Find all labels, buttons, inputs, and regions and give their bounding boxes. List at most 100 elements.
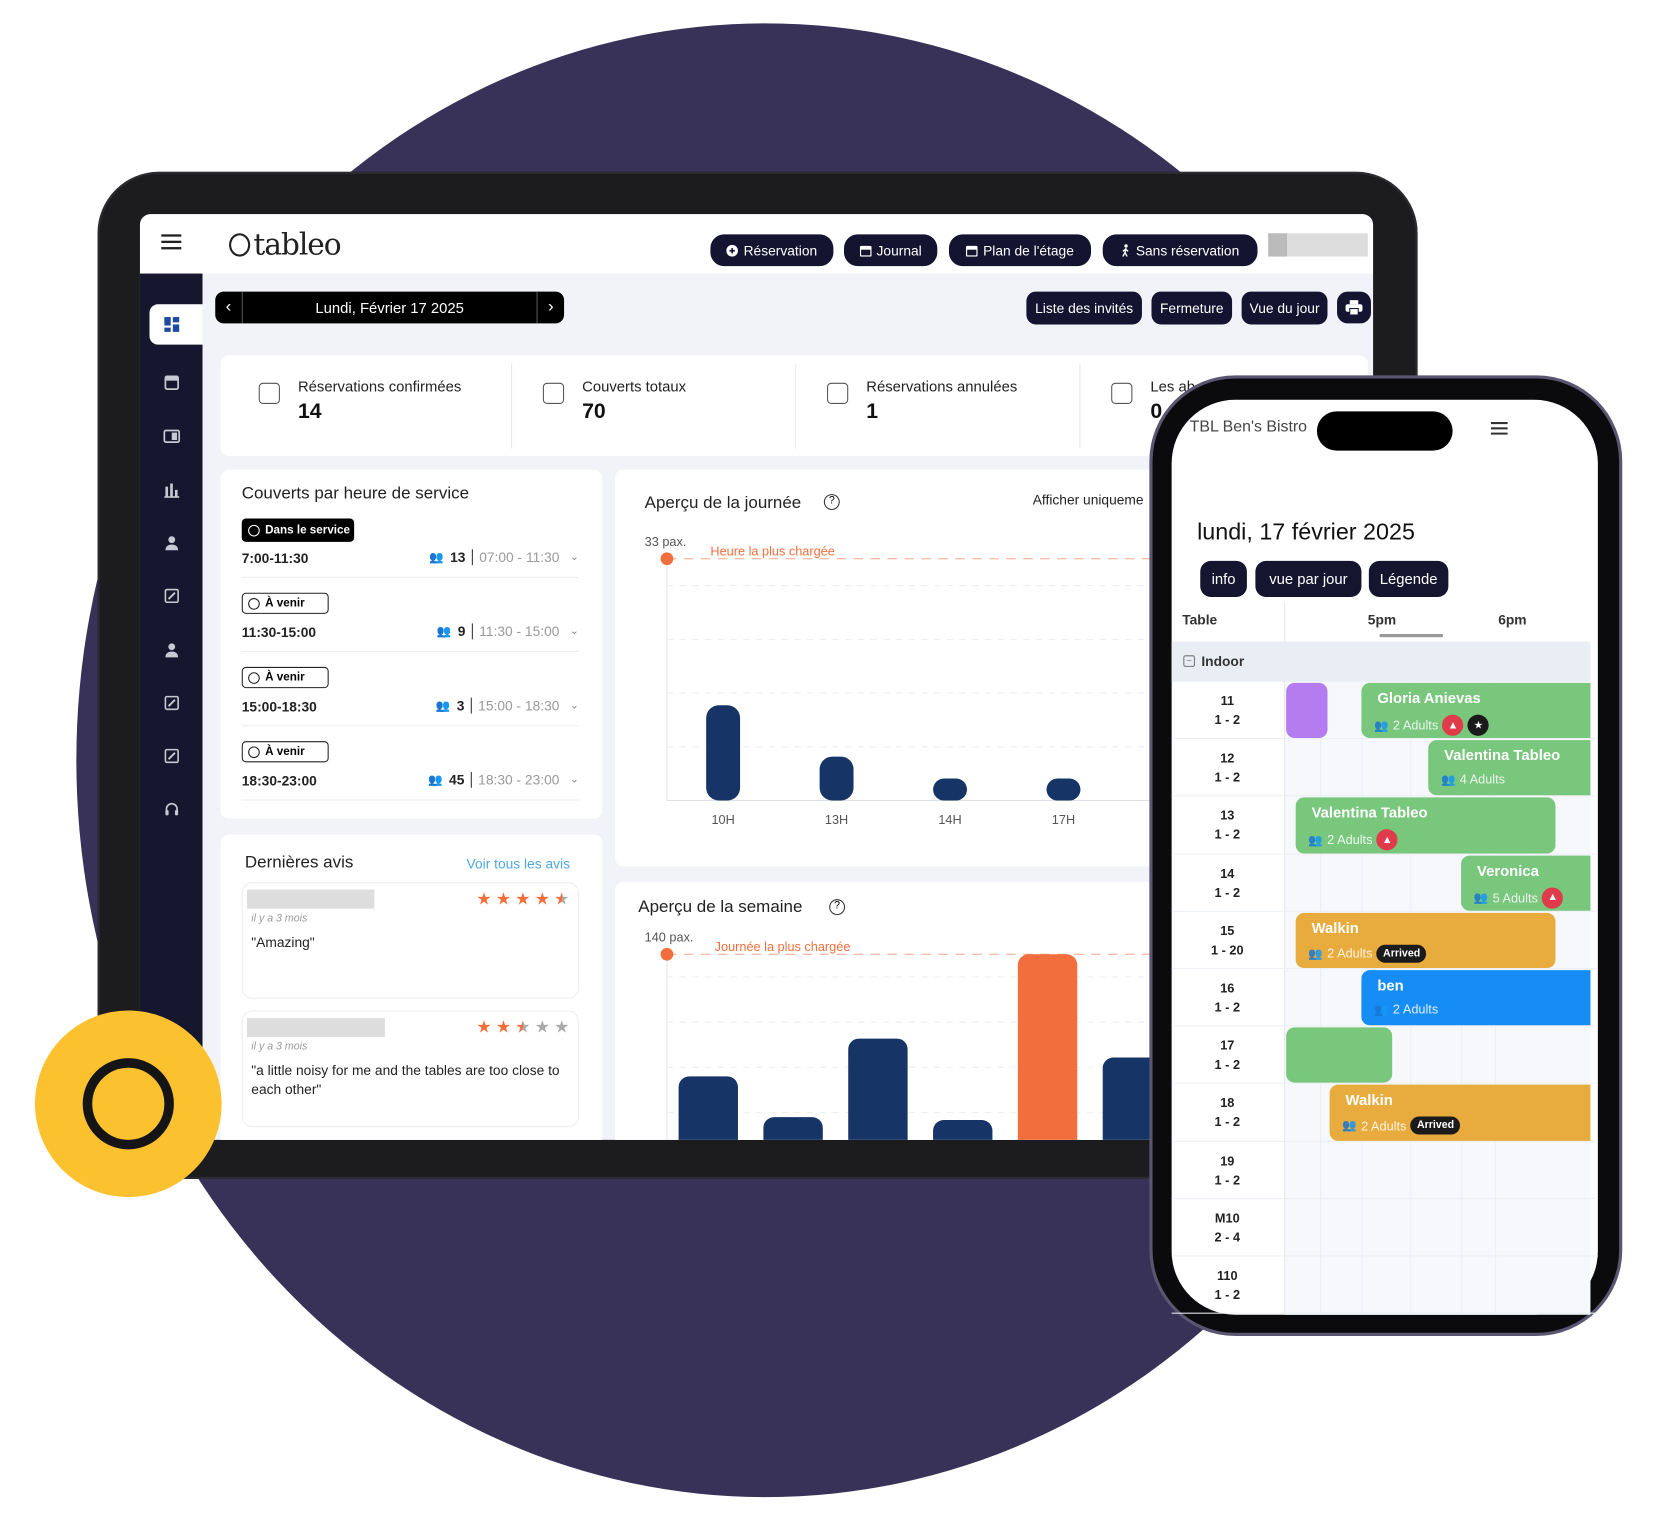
bar-2[interactable] <box>933 778 967 801</box>
table-label[interactable]: 14 1 - 2 <box>1193 864 1262 902</box>
sidebar-item-6[interactable] <box>140 634 203 666</box>
chevron-down-icon[interactable]: ⌄ <box>570 700 579 712</box>
stat-value: 14 <box>297 399 322 424</box>
sidebar-item-1[interactable] <box>140 366 203 398</box>
print-button[interactable] <box>1337 291 1371 324</box>
stat-value: 0 <box>1150 399 1163 424</box>
chevron-down-icon[interactable]: ⌄ <box>570 774 579 786</box>
chevron-down-icon[interactable]: ⌄ <box>570 551 579 563</box>
table-label[interactable]: 13 1 - 2 <box>1193 806 1262 844</box>
time-label: 6pm <box>1498 611 1527 628</box>
table-label[interactable]: 17 1 - 2 <box>1193 1036 1262 1074</box>
sidebar-item-9[interactable] <box>140 793 203 825</box>
bar-5[interactable] <box>1102 1057 1156 1140</box>
user-menu-blurred[interactable] <box>1268 233 1368 257</box>
sidebar-item-7[interactable] <box>140 687 203 719</box>
star-full-icon: ★ <box>534 890 550 909</box>
guests-icon: 👥 <box>1374 719 1389 733</box>
guests-icon: 👥 <box>1473 891 1489 905</box>
see-all-reviews-link[interactable]: Voir tous les avis <box>467 856 570 872</box>
action-button-1[interactable]: Fermeture <box>1151 291 1233 325</box>
table-label[interactable]: 110 1 - 2 <box>1193 1266 1262 1304</box>
bar-3[interactable] <box>1046 778 1081 801</box>
table-label[interactable]: 15 1 - 20 <box>1193 921 1262 959</box>
bar-0[interactable] <box>706 705 741 801</box>
sidebar-item-0[interactable] <box>149 304 203 345</box>
phone-menu-icon[interactable] <box>1490 421 1508 440</box>
collapse-icon[interactable]: − <box>1183 655 1195 667</box>
service-row-summary[interactable]: 👥 3 15:00 - 18:30 ⌄ <box>436 697 579 714</box>
calendar-icon <box>966 244 978 257</box>
hamburger-icon[interactable] <box>161 233 182 255</box>
table-label[interactable]: 18 1 - 2 <box>1193 1094 1262 1132</box>
section-indoor[interactable]: − Indoor <box>1171 641 1591 682</box>
bar-1[interactable] <box>819 756 854 801</box>
service-row-summary[interactable]: 👥 9 11:30 - 15:00 ⌄ <box>437 623 579 640</box>
bar-2[interactable] <box>848 1038 908 1140</box>
services-card: Couverts par heure de service Dans le se… <box>220 469 603 819</box>
service-status-badge: À venir <box>241 741 329 763</box>
booking-block[interactable]: ben 👥 2 Adults <box>1361 970 1591 1026</box>
action-button-0[interactable]: Liste des invités <box>1026 291 1142 325</box>
guests-icon: 👥 <box>1342 1120 1357 1133</box>
service-row-summary[interactable]: 👥 45 18:30 - 23:00 ⌄ <box>428 771 579 788</box>
action-button-2[interactable]: Vue du jour <box>1241 291 1328 325</box>
service-range: 07:00 - 11:30 <box>471 549 559 566</box>
booking-block[interactable]: Valentina Tableo 👥 4 Adults <box>1428 740 1591 796</box>
table-label[interactable]: 11 1 - 2 <box>1193 691 1262 729</box>
booking-details: 👥 2 Adults <box>1374 1002 1438 1017</box>
table-label[interactable]: M10 2 - 4 <box>1193 1209 1262 1247</box>
sidebar-item-5[interactable] <box>140 580 203 612</box>
booking-guests: 2 Adults <box>1361 1118 1407 1134</box>
help-icon[interactable]: ? <box>823 494 840 511</box>
sidebar-item-4[interactable] <box>140 527 203 559</box>
stat-label: Couverts totaux <box>582 377 687 395</box>
stat-divider <box>1079 363 1081 449</box>
review-item[interactable]: il y a 3 mois "a little noisy for me and … <box>241 1010 579 1128</box>
phone-button-1[interactable]: vue par jour <box>1255 560 1362 597</box>
table-label[interactable]: 19 1 - 2 <box>1193 1151 1262 1189</box>
timeline-scroll-indicator[interactable] <box>1379 634 1444 638</box>
booking-block[interactable]: Valentina Tableo 👥 2 Adults ▲ <box>1295 797 1556 854</box>
filter-toggle-label[interactable]: Afficher uniqueme <box>1033 492 1144 508</box>
table-label[interactable]: 16 1 - 2 <box>1193 979 1262 1017</box>
sidebar-item-8[interactable] <box>140 740 203 772</box>
sidebar-item-2[interactable] <box>140 420 203 452</box>
bar-4[interactable] <box>1017 954 1078 1140</box>
stat-value: 70 <box>582 399 606 424</box>
top-button-0[interactable]: Réservation <box>710 234 834 267</box>
peak-annotation: Journée la plus chargée <box>715 939 851 954</box>
booking-block[interactable] <box>1286 682 1328 739</box>
help-icon[interactable]: ? <box>829 899 846 916</box>
sidebar-item-3[interactable] <box>140 474 203 506</box>
chevron-down-icon[interactable]: ⌄ <box>570 626 579 638</box>
top-button-1[interactable]: Journal <box>843 234 938 267</box>
services-title: Couverts par heure de service <box>241 484 470 503</box>
peak-marker <box>660 552 674 566</box>
guests-icon: 👥 <box>1308 947 1323 961</box>
service-row-summary[interactable]: 👥 13 07:00 - 11:30 ⌄ <box>429 549 579 566</box>
booking-block[interactable]: Walkin 👥 2 Adults Arrived <box>1295 912 1556 969</box>
top-button-2[interactable]: Plan de l'étage <box>948 234 1092 267</box>
next-day-button[interactable]: › <box>536 291 565 324</box>
booking-block[interactable]: Gloria Anievas 👥 2 Adults ▲ ★ <box>1361 682 1591 739</box>
logo-circle-icon <box>229 232 251 257</box>
booking-block[interactable] <box>1286 1027 1393 1083</box>
phone-button-0[interactable]: info <box>1200 560 1247 597</box>
booking-block[interactable]: Veronica 👥 5 Adults ▲ <box>1461 855 1591 911</box>
phone-button-2[interactable]: Légende <box>1368 560 1449 597</box>
top-button-label: Réservation <box>743 242 818 259</box>
table-label[interactable]: 12 1 - 2 <box>1193 749 1262 787</box>
service-time: 18:30-23:00 <box>241 772 317 789</box>
booking-block[interactable]: Walkin 👥 2 Adults Arrived <box>1329 1085 1591 1141</box>
bar-0[interactable] <box>678 1076 738 1140</box>
review-item[interactable]: il y a 3 mois "Amazing" ★ ★ ★ ★ ★ <box>241 882 579 999</box>
bar-1[interactable] <box>763 1117 823 1140</box>
bar-3[interactable] <box>933 1120 993 1140</box>
date-label[interactable]: Lundi, Février 17 2025 <box>315 299 464 316</box>
table-capacity: 1 - 2 <box>1214 1172 1241 1188</box>
prev-day-button[interactable]: ‹ <box>215 291 243 324</box>
top-button-3[interactable]: Sans réservation <box>1102 234 1258 267</box>
booking-guests: 4 Adults <box>1459 772 1505 787</box>
top-button-label: Plan de l'étage <box>983 242 1074 259</box>
